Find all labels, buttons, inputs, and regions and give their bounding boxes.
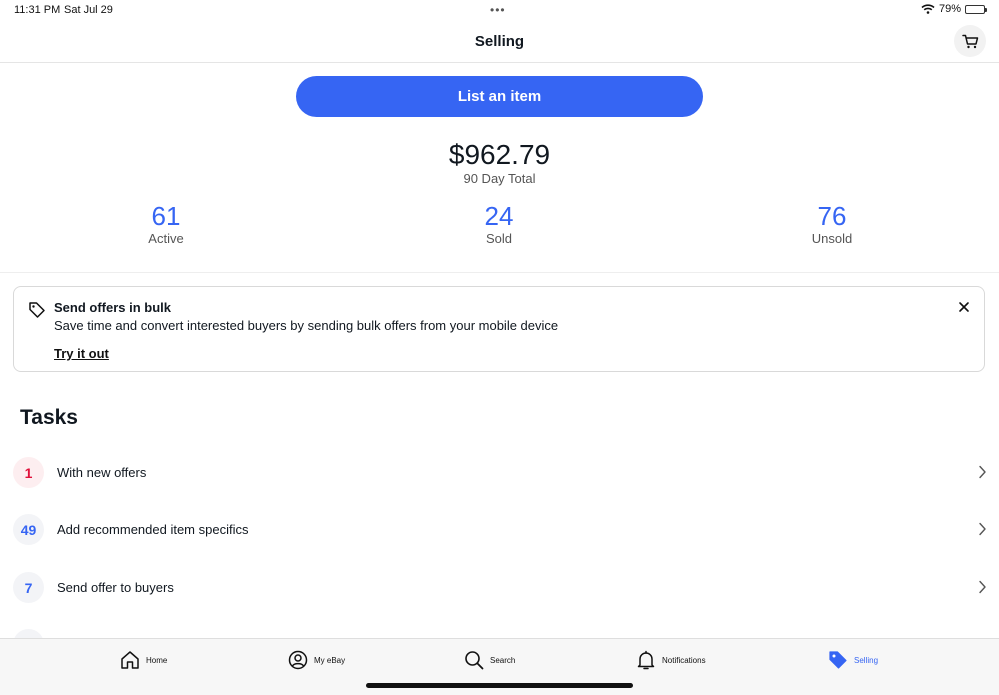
task-row[interactable]: 1 With new offers [0,451,999,499]
tab-selling[interactable]: Selling [828,650,878,670]
tab-label: Home [146,655,168,665]
chevron-right-icon [979,580,986,594]
list-item-button[interactable]: List an item [296,76,703,117]
battery-percent: 79% [938,3,961,15]
stat-label: Active [148,231,184,246]
stat-sold[interactable]: 24 Sold [399,201,599,247]
stat-value: 61 [151,201,181,231]
profile-icon [288,650,308,670]
status-right: 79% [921,3,987,15]
wifi-icon [921,4,935,14]
tab-label: My eBay [314,655,346,665]
banner-description: Save time and convert interested buyers … [54,318,559,333]
tab-home[interactable]: Home [120,650,167,670]
task-label: With new offers [57,465,147,480]
stat-value: 24 [484,201,514,231]
task-row[interactable]: 49 Add recommended item specifics [0,508,999,556]
status-bar: 11:31 PM Sat Jul 29 ••• 79% [0,0,999,22]
chevron-right-icon [979,465,986,479]
tag-icon [829,651,847,669]
task-label: Send offer to buyers [57,580,174,595]
total-label: 90 Day Total [463,171,536,186]
page-title: Selling [474,33,525,50]
task-count-badge: 7 [13,572,44,603]
tab-search[interactable]: Search [464,650,515,670]
banner-title: Send offers in bulk [54,300,172,315]
try-it-out-link[interactable]: Try it out [54,346,109,361]
tab-label: Selling [854,655,879,665]
multitasking-dots-icon[interactable]: ••• [490,3,506,17]
bell-icon [637,650,655,670]
close-icon[interactable] [956,299,972,315]
tab-my-ebay[interactable]: My eBay [288,650,345,670]
chevron-right-icon [979,522,986,536]
tab-label: Search [490,655,516,665]
task-count-badge: 1 [13,457,44,488]
stat-unsold[interactable]: 76 Unsold [732,201,932,247]
task-row[interactable]: 7 Send offer to buyers [0,566,999,614]
tab-label: Notifications [662,655,706,665]
tasks-heading: Tasks [20,406,78,429]
total-amount: $962.79 [448,139,551,170]
stat-active[interactable]: 61 Active [66,201,266,247]
battery-icon [965,4,987,14]
stat-value: 76 [817,201,847,231]
stat-label: Unsold [811,231,853,246]
task-label: Add recommended item specifics [57,522,249,537]
bulk-offers-banner: Send offers in bulk Save time and conver… [13,286,985,372]
divider [0,272,999,273]
task-count-badge: 49 [13,514,44,545]
home-icon [121,651,139,669]
stat-label: Sold [485,231,513,246]
cart-icon [961,34,978,48]
status-time: 11:31 PM [14,4,61,16]
tag-icon [29,302,45,318]
search-icon [465,651,484,670]
home-indicator[interactable] [366,683,633,688]
tab-notifications[interactable]: Notifications [636,650,706,670]
page-header: Selling [0,22,999,63]
status-date: Sat Jul 29 [64,4,113,16]
cart-button[interactable] [954,25,986,57]
